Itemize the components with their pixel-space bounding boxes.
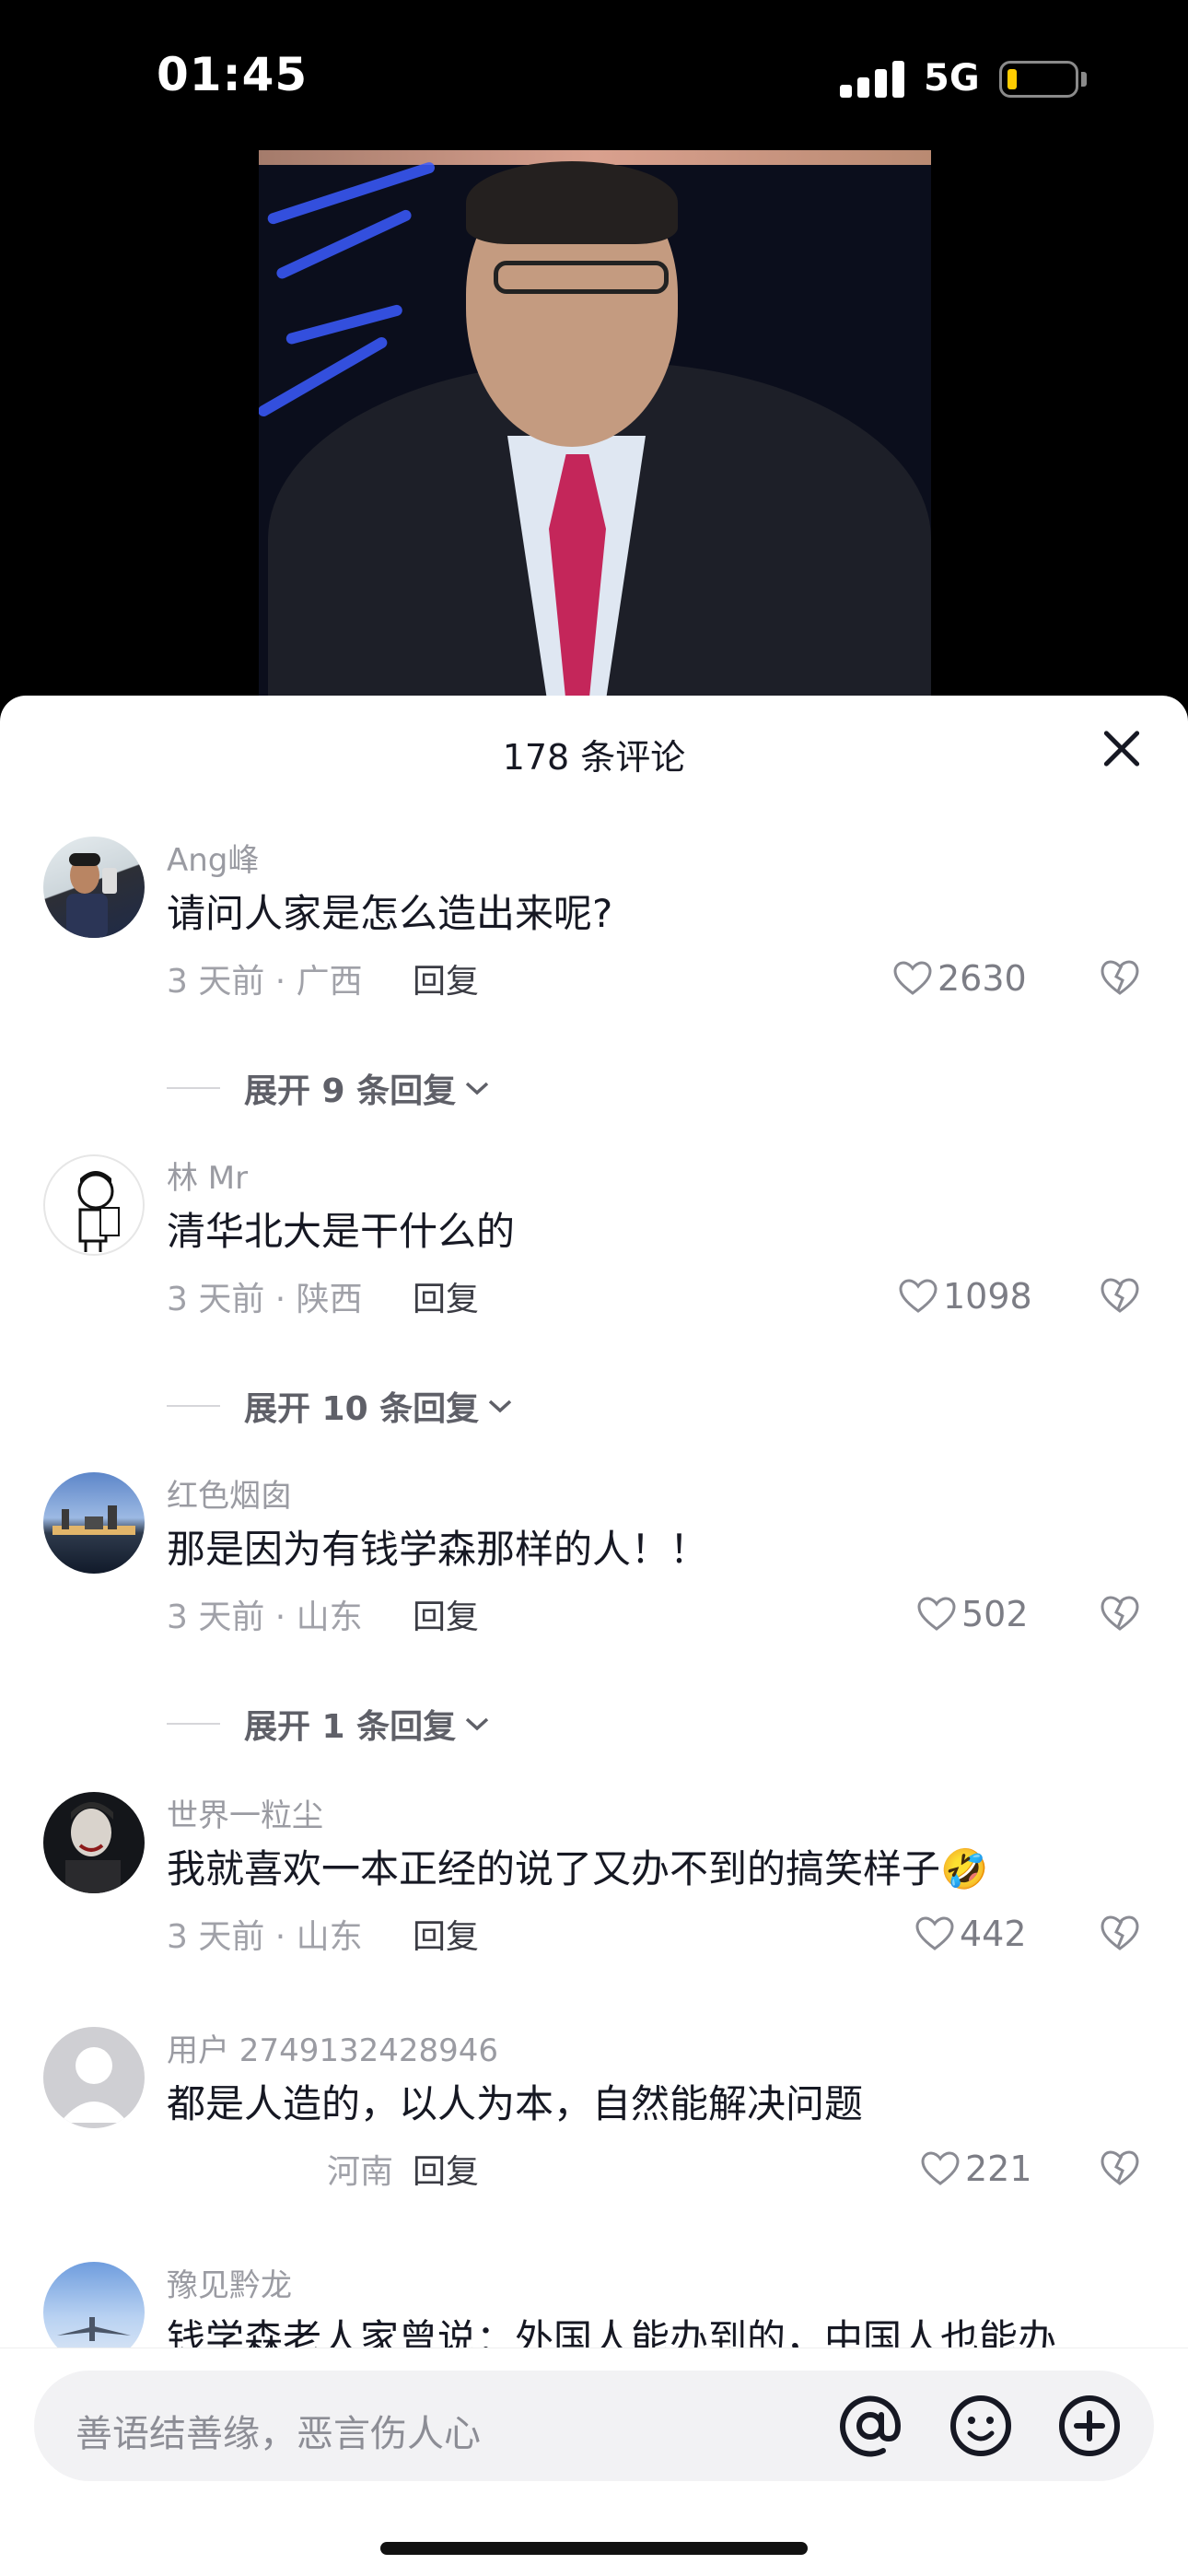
like-count: 221 xyxy=(965,2149,1032,2189)
dislike-icon[interactable] xyxy=(1100,2149,1140,2187)
close-icon[interactable] xyxy=(1096,723,1147,775)
heart-icon xyxy=(899,1279,938,1313)
avatar[interactable] xyxy=(43,1154,145,1256)
expand-replies[interactable]: 展开 10 条回复 xyxy=(167,1382,514,1430)
battery-icon xyxy=(999,61,1078,98)
expand-replies-label: 展开 1 条回复 xyxy=(244,1708,457,1746)
reply-button[interactable]: 回复 xyxy=(413,1910,479,1958)
like-count: 1098 xyxy=(943,1276,1032,1317)
person-hair xyxy=(466,161,678,244)
avatar[interactable] xyxy=(43,837,145,938)
comment-input-placeholder: 善语结善缘，恶言伤人心 xyxy=(76,2413,481,2455)
comment-username[interactable]: 豫见黔龙 xyxy=(167,2260,292,2305)
comment-input-bar: 善语结善缘，恶言伤人心 xyxy=(0,2348,1188,2576)
reply-button[interactable]: 回复 xyxy=(413,1590,479,1638)
expand-replies-label: 展开 10 条回复 xyxy=(244,1390,480,1428)
avatar[interactable] xyxy=(43,1472,145,1574)
add-icon[interactable] xyxy=(1054,2391,1124,2461)
avatar[interactable] xyxy=(43,2027,145,2128)
heart-icon xyxy=(921,2151,960,2185)
reply-button[interactable]: 回复 xyxy=(413,2145,479,2193)
comment-meta: 3 天前 · 山东 xyxy=(167,1598,363,1636)
comment-meta: 3 天前 · 广西 xyxy=(167,963,363,1001)
status-time: 01:45 xyxy=(157,48,309,101)
dislike-icon[interactable] xyxy=(1100,1914,1140,1952)
like-button[interactable]: 442 xyxy=(915,1914,1027,1954)
comment-input[interactable]: 善语结善缘，恶言伤人心 xyxy=(34,2371,1154,2481)
emoji-icon[interactable] xyxy=(946,2391,1016,2461)
like-count: 442 xyxy=(960,1914,1027,1954)
reply-button[interactable]: 回复 xyxy=(413,1272,479,1320)
like-button[interactable]: 1098 xyxy=(899,1276,1032,1317)
like-count: 2630 xyxy=(938,958,1027,999)
stage-light xyxy=(274,207,413,281)
comment-username[interactable]: 红色烟囱 xyxy=(167,1470,292,1516)
stage-light xyxy=(259,334,390,419)
heart-icon xyxy=(915,1916,954,1950)
heart-icon xyxy=(893,961,932,995)
comment-meta: 3 天前 · 山东 xyxy=(167,1918,363,1956)
reply-button[interactable]: 回复 xyxy=(413,954,479,1002)
like-count: 502 xyxy=(961,1594,1029,1634)
person-glasses xyxy=(494,261,669,294)
comment-text: 请问人家是怎么造出来呢? xyxy=(167,891,613,936)
expand-replies-label: 展开 9 条回复 xyxy=(244,1072,457,1110)
comment-username[interactable]: 世界一粒尘 xyxy=(167,1790,323,1835)
status-bar: 01:45 5G xyxy=(0,0,1188,157)
comment-username[interactable]: 林 Mr xyxy=(167,1153,248,1198)
comment-username[interactable]: 用户 2749132428946 xyxy=(167,2025,498,2070)
comment-text: 都是人造的，以人为本，自然能解决问题 xyxy=(167,2081,864,2126)
expand-replies[interactable]: 展开 9 条回复 xyxy=(167,1064,491,1112)
comment-meta: 3 天前 · 陕西 xyxy=(167,1281,363,1318)
video-player[interactable] xyxy=(259,150,931,696)
avatar[interactable] xyxy=(43,1792,145,1893)
home-indicator xyxy=(380,2542,808,2555)
chevron-down-icon xyxy=(465,1717,489,1731)
comment-text: 清华北大是干什么的 xyxy=(167,1209,516,1254)
comment-username[interactable]: Ang峰 xyxy=(167,835,259,880)
comment-text: 我就喜欢一本正经的说了又办不到的搞笑样子🤣 xyxy=(167,1846,989,1891)
dislike-icon[interactable] xyxy=(1100,1276,1140,1315)
chevron-down-icon xyxy=(465,1082,489,1095)
network-label: 5G xyxy=(924,57,980,100)
dislike-icon[interactable] xyxy=(1100,958,1140,997)
comments-count-title: 178 条评论 xyxy=(502,737,686,778)
expand-replies[interactable]: 展开 1 条回复 xyxy=(167,1700,491,1748)
at-icon[interactable] xyxy=(835,2391,905,2461)
like-button[interactable]: 2630 xyxy=(893,958,1027,999)
comment-text: 那是因为有钱学森那样的人！！ xyxy=(167,1527,709,1572)
chevron-down-icon xyxy=(488,1399,512,1413)
like-button[interactable]: 221 xyxy=(921,2149,1032,2189)
comment-meta: 河南 xyxy=(327,2153,394,2191)
battery-cap xyxy=(1081,72,1087,87)
comments-sheet: 178 条评论 Ang峰 请问人家是怎么造出来呢? 3 天前 · 广西 回复 2… xyxy=(0,696,1188,2576)
heart-icon xyxy=(917,1597,956,1631)
dislike-icon[interactable] xyxy=(1100,1594,1140,1633)
like-button[interactable]: 502 xyxy=(917,1594,1029,1634)
signal-icon xyxy=(840,61,904,98)
